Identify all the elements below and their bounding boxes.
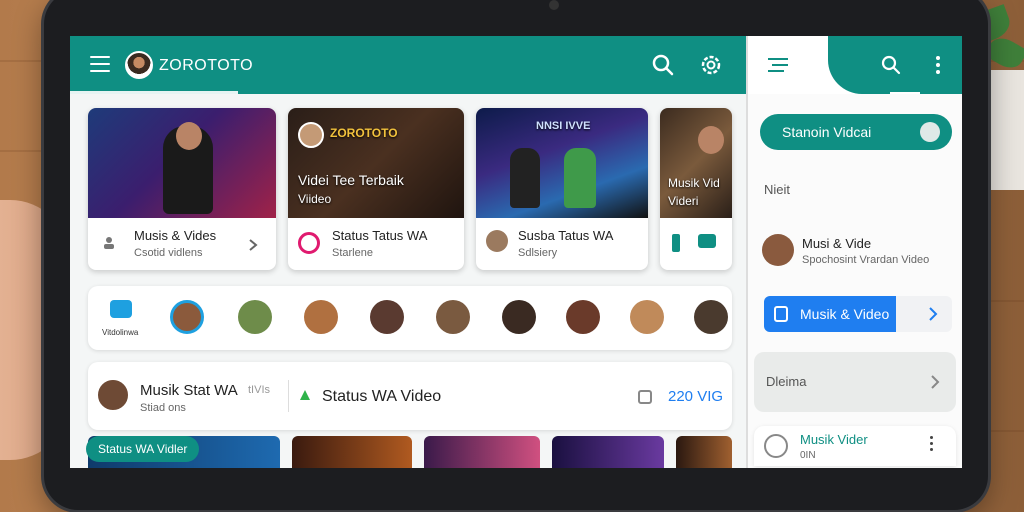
thumbnail-overlay-text: ZOROTOTO <box>330 126 398 140</box>
active-tab-indicator <box>890 92 920 94</box>
more-vert-icon[interactable] <box>936 56 940 74</box>
more-vert-icon[interactable] <box>930 436 934 454</box>
card-title: Susba Tatus WA <box>518 228 614 243</box>
video-thumbnail: ZOROTOTO Videi Tee Terbaik Viideo <box>288 108 464 218</box>
story-avatar[interactable] <box>304 300 338 334</box>
row-subtitle: Stiad ons <box>140 402 186 414</box>
section-label: Nieit <box>764 182 791 197</box>
avatar <box>486 230 508 252</box>
video-card[interactable]: Musik Vid Videri <box>660 108 732 270</box>
video-thumbnail[interactable] <box>552 436 664 468</box>
filter-icon[interactable] <box>766 56 790 74</box>
story-avatar[interactable] <box>370 300 404 334</box>
list-item[interactable]: Dleima <box>754 352 956 412</box>
toggle-dot <box>920 122 940 142</box>
side-panel: Stanoin Vidcai Nieit Musi & Vide Spochos… <box>746 36 962 468</box>
row-center-label: Status WA Video <box>322 388 442 405</box>
story-avatar[interactable] <box>694 300 728 334</box>
story-avatar[interactable] <box>436 300 470 334</box>
video-thumbnail[interactable] <box>292 436 412 468</box>
video-card[interactable]: ZOROTOTO Videi Tee Terbaik Viideo Status… <box>288 108 464 270</box>
divider <box>288 380 289 412</box>
row-title: Musik Stat WA <box>140 382 238 399</box>
story-avatar[interactable] <box>630 300 664 334</box>
thumbnail-overlay-text: Musik Vid <box>668 176 720 190</box>
chevron-right-icon[interactable] <box>248 238 258 252</box>
chevron-right-icon[interactable] <box>930 374 940 390</box>
video-card[interactable]: Musis & Vides Csotid vidlens <box>88 108 276 270</box>
story-avatar[interactable] <box>566 300 600 334</box>
story-label: Vitdolinwa <box>102 328 139 337</box>
menu-icon[interactable] <box>90 56 110 72</box>
music-video-button-fill: Musik & Video <box>764 296 896 332</box>
app-logo-avatar <box>125 51 153 79</box>
settings-icon[interactable] <box>698 52 724 78</box>
story-avatar[interactable] <box>170 300 204 334</box>
document-icon <box>774 306 788 322</box>
video-card[interactable]: NNSI IVVE Susba Tatus WA Sdlsiery <box>476 108 648 270</box>
main-app: ZOROTOTO Musis & Vides Csotid vidlens ZO… <box>70 36 746 468</box>
card-subtitle: Starlene <box>332 247 373 259</box>
story-avatar[interactable] <box>502 300 536 334</box>
card-subtitle: Csotid vidlens <box>134 247 203 259</box>
thumbnail-overlay-text: Viideo <box>298 192 332 206</box>
status-row[interactable]: Musik Stat WA tIVIs Stiad ons Status WA … <box>88 362 732 430</box>
play-circle-icon[interactable] <box>764 434 788 458</box>
card-title: Status Tatus WA <box>332 228 428 243</box>
thumbnail-overlay-text: Videri <box>668 194 699 208</box>
tablet-screen: ZOROTOTO Musis & Vides Csotid vidlens ZO… <box>70 36 962 468</box>
app-title: ZOROTOTO <box>159 57 254 74</box>
stories-row: Vitdolinwa <box>88 286 732 350</box>
status-video-pill[interactable]: Status WA Vidler <box>86 436 200 462</box>
play-icon <box>300 390 310 400</box>
list-item-subtitle: Spochosint Vrardan Video <box>802 254 930 266</box>
list-item-title: Musi & Vide <box>802 236 872 251</box>
status-video-button-label: Stanoin Vidcai <box>782 124 872 140</box>
video-thumbnail[interactable] <box>424 436 540 468</box>
card-title: Musis & Vides <box>134 228 217 243</box>
video-thumbnail: NNSI IVVE <box>476 108 648 218</box>
side-panel-teal-bar <box>828 36 962 94</box>
user-icon <box>104 237 114 249</box>
status-video-button[interactable]: Stanoin Vidcai <box>760 114 952 150</box>
row-title-extra: tIVIs <box>248 384 271 396</box>
side-panel-header <box>748 36 962 94</box>
list-item[interactable]: Musi & Vide Spochosint Vrardan Video <box>748 232 962 272</box>
music-video-button-label: Musik & Video <box>800 306 890 322</box>
search-icon[interactable] <box>880 54 902 76</box>
list-item-title: Musik Vider <box>800 432 868 447</box>
thumbnail-overlay-text: Videi Tee Terbaik <box>298 172 404 188</box>
chat-icon[interactable] <box>110 300 132 318</box>
card-subtitle: Sdlsiery <box>518 247 558 259</box>
record-icon <box>298 232 320 254</box>
avatar <box>96 378 130 412</box>
thumbnail-overlay-text: NNSI IVVE <box>536 120 591 132</box>
list-item[interactable]: Musik Vider 0IN <box>754 426 956 466</box>
row-right-label: 220 VIG <box>668 388 724 405</box>
share-icon[interactable] <box>638 390 652 404</box>
camera-icon <box>549 0 559 10</box>
video-thumbnail: Musik Vid Videri <box>660 108 732 218</box>
video-thumbnail[interactable] <box>676 436 732 468</box>
list-item-title: Dleima <box>766 374 807 389</box>
search-icon[interactable] <box>650 52 676 78</box>
music-video-button[interactable]: Musik & Video <box>764 296 952 332</box>
top-app-bar: ZOROTOTO <box>70 36 746 94</box>
chat-icon[interactable] <box>698 234 716 248</box>
chevron-right-icon[interactable] <box>928 306 938 322</box>
avatar <box>762 234 794 266</box>
video-thumbnail <box>88 108 276 218</box>
active-tab-indicator <box>70 91 238 94</box>
story-avatar[interactable] <box>238 300 272 334</box>
bookmark-icon[interactable] <box>672 234 680 252</box>
list-item-subtitle: 0IN <box>800 450 816 461</box>
